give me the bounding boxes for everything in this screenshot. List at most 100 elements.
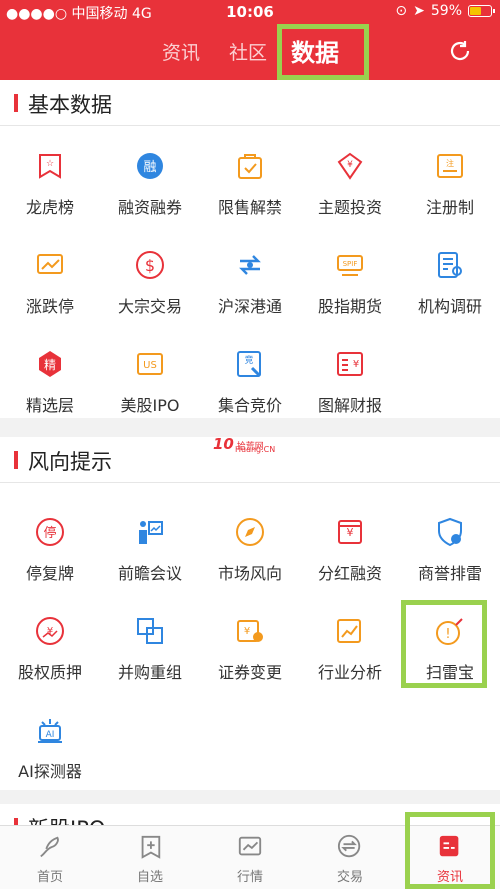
- dividend-financing-icon: ¥: [338, 520, 362, 544]
- tab-news[interactable]: 资讯: [162, 38, 200, 65]
- grid-item-us-ipo[interactable]: US 美股IPO: [100, 348, 200, 446]
- grid-item-label: 停复牌: [25, 564, 74, 583]
- rotation-lock-icon: ⊙: [395, 3, 408, 19]
- watermark-domain: Huang.CN: [235, 445, 276, 454]
- grid-item-label: 注册制: [425, 198, 474, 217]
- theme-investing-icon: ¥: [337, 152, 363, 180]
- section-header: 基本数据: [0, 80, 500, 126]
- grid-item-call-auction[interactable]: 竞集合竞价: [200, 348, 300, 446]
- svg-text:US: US: [143, 360, 157, 371]
- stock-connect-icon: [239, 255, 261, 275]
- security-change-icon: ¥: [237, 620, 263, 642]
- grid-item-label: 机构调研: [417, 297, 482, 316]
- svg-text:注: 注: [446, 158, 454, 168]
- grid-item-industry-analysis[interactable]: 行业分析: [300, 615, 400, 713]
- svg-text:$: $: [145, 256, 155, 275]
- grid-item-margin-trading[interactable]: 融融资融券: [100, 150, 200, 248]
- grid-item-registration-system[interactable]: 注注册制: [400, 150, 500, 248]
- battery-percent: 59%: [430, 3, 462, 19]
- grid-item-suspension[interactable]: 停停复牌: [0, 516, 100, 614]
- margin-trading-icon: 融: [137, 153, 163, 179]
- grid-item-stock-connect[interactable]: 沪深港通: [200, 249, 300, 347]
- goodwill-check-icon: [438, 517, 462, 547]
- svg-text:¥: ¥: [347, 526, 354, 539]
- tabbar-item-market-chart[interactable]: 行情: [200, 826, 300, 889]
- tabbar-item-watchlist[interactable]: 自选: [100, 826, 200, 889]
- svg-text:SPIF: SPIF: [343, 260, 358, 268]
- lockup-expiry-icon: [238, 154, 262, 179]
- limit-up-down-icon: [37, 254, 63, 274]
- tabbar-item-trade[interactable]: 交易: [300, 826, 400, 889]
- grid-item-theme-investing[interactable]: ¥ 主题投资: [300, 150, 400, 248]
- grid-item-index-futures[interactable]: SPIF 股指期货: [300, 249, 400, 347]
- registration-system-icon: 注: [437, 154, 463, 178]
- grid-item-forward-meeting[interactable]: 前瞻会议: [100, 516, 200, 614]
- svg-text:¥: ¥: [353, 359, 359, 370]
- watchlist-icon: [141, 835, 161, 859]
- market-compass-icon: [236, 518, 264, 546]
- grid-item-label: 涨跌停: [25, 297, 74, 316]
- grid-item-label: 股指期货: [317, 297, 382, 316]
- home-icon: [40, 836, 59, 858]
- institutional-research-icon: [438, 252, 462, 278]
- grid-item-label: 龙虎榜: [25, 198, 74, 217]
- grid-item-label: AI探测器: [18, 762, 82, 781]
- suspension-icon: 停: [36, 518, 64, 546]
- grid-item-label: 主题投资: [317, 198, 382, 217]
- grid-item-select-tier[interactable]: 精精选层: [0, 348, 100, 446]
- grid-item-label: 分红融资: [317, 564, 382, 583]
- tabbar-label: 自选: [136, 870, 163, 885]
- grid-item-merger[interactable]: 并购重组: [100, 615, 200, 713]
- svg-text:¥: ¥: [244, 626, 250, 637]
- financial-report-icon: ¥: [337, 352, 363, 376]
- battery-icon: [468, 5, 495, 17]
- highlight-box-news-tab: [405, 812, 495, 889]
- site-watermark: 10 拾荒网 Huang.CN: [213, 435, 293, 455]
- tabbar-item-home[interactable]: 首页: [0, 826, 100, 889]
- grid-item-security-change[interactable]: ¥ 证券变更: [200, 615, 300, 713]
- grid-item-label: 美股IPO: [120, 396, 180, 415]
- grid-item-dragon-tiger-list[interactable]: ☆ 龙虎榜: [0, 150, 100, 248]
- grid-item-label: 图解财报: [317, 396, 382, 415]
- svg-text:融: 融: [143, 160, 156, 175]
- section-marker: [14, 451, 18, 469]
- grid-item-label: 限售解禁: [217, 198, 282, 217]
- location-icon: ➤: [413, 3, 425, 19]
- equity-pledge-icon: ¥: [36, 617, 64, 645]
- grid-item-limit-up-down[interactable]: 涨跌停: [0, 249, 100, 347]
- grid-item-label: 融资融券: [117, 198, 182, 217]
- ai-detector-icon: AI: [38, 719, 62, 743]
- grid-item-label: 集合竞价: [217, 396, 282, 415]
- status-bar: ●●●●○ 中国移动 4G 10:06 ⊙ ➤ 59%: [0, 0, 500, 24]
- svg-text:☆: ☆: [46, 159, 54, 169]
- status-right: ⊙ ➤ 59%: [395, 3, 495, 19]
- section-marker: [14, 94, 18, 112]
- tabbar-label: 交易: [336, 870, 363, 885]
- highlight-box-data-tab: [277, 24, 369, 80]
- grid-item-block-trade[interactable]: $ 大宗交易: [100, 249, 200, 347]
- select-tier-icon: 精: [39, 351, 61, 377]
- grid-item-label: 沪深港通: [217, 297, 282, 316]
- grid-item-institutional-research[interactable]: 机构调研: [400, 249, 500, 347]
- svg-text:¥: ¥: [347, 160, 353, 170]
- tab-community[interactable]: 社区: [229, 38, 267, 65]
- dragon-tiger-list-icon: ☆: [39, 154, 61, 179]
- block-trade-icon: $: [136, 251, 164, 279]
- battery-fill: [470, 7, 482, 15]
- grid-item-label: 商誉排雷: [417, 564, 482, 583]
- industry-analysis-icon: [337, 619, 361, 643]
- refresh-icon[interactable]: [448, 39, 472, 63]
- grid-item-dividend-financing[interactable]: ¥ 分红融资: [300, 516, 400, 614]
- svg-text:AI: AI: [46, 730, 55, 740]
- grid-item-ai-detector[interactable]: AI AI探测器: [0, 714, 100, 812]
- trade-icon: [337, 834, 361, 858]
- grid-item-financial-report[interactable]: ¥ 图解财报: [300, 348, 400, 446]
- grid-item-lockup-expiry[interactable]: 限售解禁: [200, 150, 300, 248]
- grid-item-label: 市场风向: [217, 564, 282, 583]
- grid-item-equity-pledge[interactable]: ¥ 股权质押: [0, 615, 100, 713]
- grid-item-market-compass[interactable]: 市场风向: [200, 516, 300, 614]
- highlight-box-mine-sweeper: [401, 600, 487, 688]
- us-ipo-icon: US: [137, 353, 163, 375]
- grid-item-label: 并购重组: [117, 663, 182, 682]
- grid-item-label: 行业分析: [317, 663, 382, 682]
